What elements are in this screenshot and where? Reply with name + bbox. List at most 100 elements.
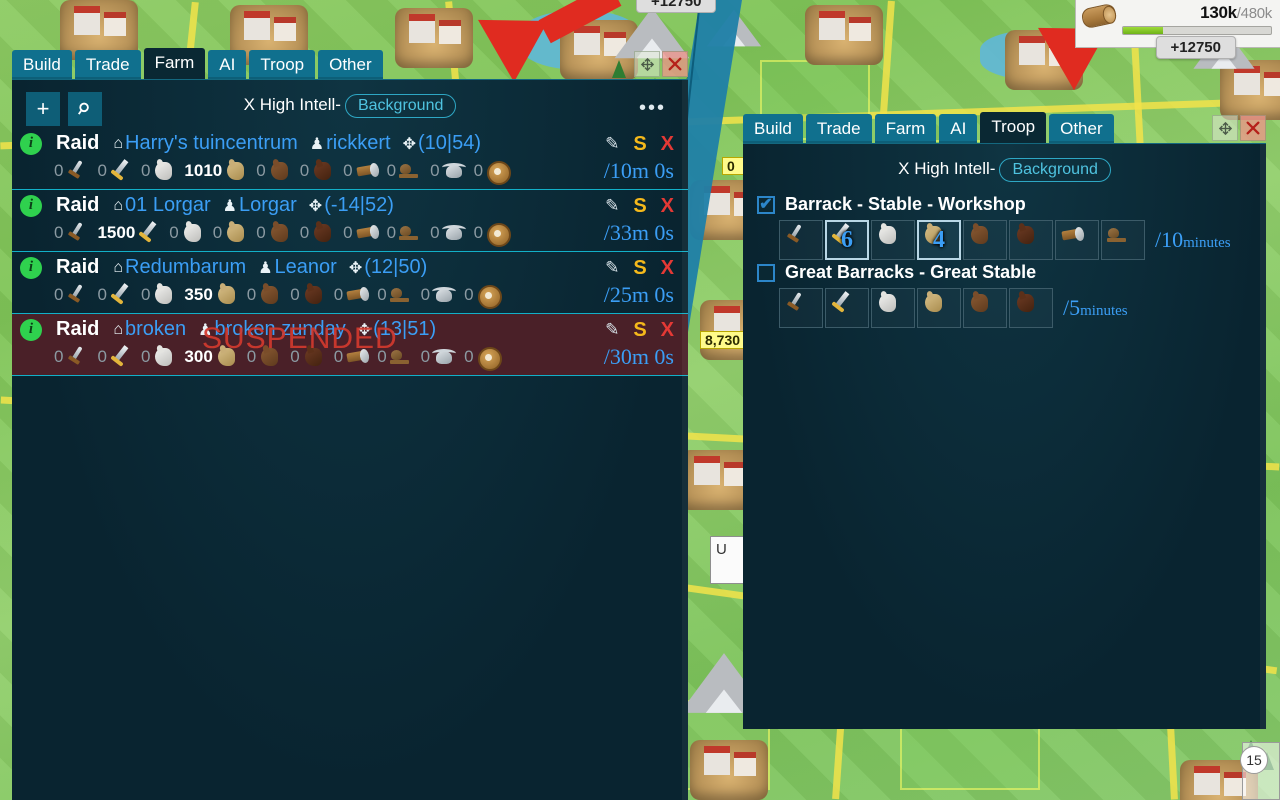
troop-cell[interactable]: 0: [169, 221, 210, 245]
raid-coords[interactable]: (-14|52): [324, 194, 394, 217]
troop-slot[interactable]: [871, 288, 915, 328]
troop-cell[interactable]: 0: [213, 221, 254, 245]
troop-cell[interactable]: 0: [421, 345, 462, 369]
raid-village[interactable]: broken: [125, 318, 186, 341]
left-tab-build[interactable]: Build: [12, 50, 72, 79]
edit-raid-icon[interactable]: ✎: [605, 135, 619, 152]
troop-cell[interactable]: 1500: [97, 221, 167, 245]
edit-raid-icon[interactable]: ✎: [605, 197, 619, 214]
raid-row[interactable]: i Raid ⌂ broken ♟ broken zunday ✥ (13|51) ✎ S X 0 0 0…: [12, 314, 688, 376]
troop-window[interactable]: Build Trade Farm AI Troop Other X High Intell…: [743, 111, 1266, 729]
troop-slot[interactable]: [779, 220, 823, 260]
raid-coords[interactable]: (10|54): [418, 132, 481, 155]
delete-raid-button[interactable]: X: [661, 196, 674, 216]
delete-raid-button[interactable]: X: [661, 134, 674, 154]
troop-slot[interactable]: [1055, 220, 1099, 260]
troop-cell[interactable]: 0: [377, 345, 418, 369]
close-icon[interactable]: [662, 51, 688, 77]
close-icon[interactable]: [1240, 115, 1266, 141]
right-tab-farm[interactable]: Farm: [874, 114, 937, 143]
raid-player[interactable]: Leanor: [275, 256, 337, 279]
troop-cell[interactable]: 0: [54, 345, 95, 369]
troop-cell[interactable]: 0: [141, 283, 182, 307]
raid-row[interactable]: i Raid ⌂ Redumbarum ♟ Leanor ✥ (12|50) ✎ S X 0 0 0 350…: [12, 252, 688, 314]
troop-cell[interactable]: 0: [290, 345, 331, 369]
raid-village[interactable]: Harry's tuincentrum: [125, 132, 298, 155]
troop-cell[interactable]: 0: [54, 283, 95, 307]
edit-raid-icon[interactable]: ✎: [605, 259, 619, 276]
troop-cell[interactable]: 0: [54, 159, 95, 183]
info-icon[interactable]: i: [20, 132, 42, 155]
info-icon[interactable]: i: [20, 318, 42, 341]
troop-cell[interactable]: 0: [474, 159, 515, 185]
troop-slot[interactable]: [963, 288, 1007, 328]
troop-cell[interactable]: 0: [334, 283, 375, 307]
troop-cell[interactable]: 300: [184, 345, 244, 369]
troop-cell[interactable]: 0: [141, 345, 182, 369]
troop-cell[interactable]: 0: [343, 221, 384, 245]
right-window-tabbar[interactable]: Build Trade Farm AI Troop Other: [743, 111, 1266, 143]
troop-cell[interactable]: 0: [247, 283, 288, 307]
right-tab-troop[interactable]: Troop: [980, 112, 1047, 143]
left-tab-farm[interactable]: Farm: [143, 48, 206, 79]
troop-cell[interactable]: 0: [343, 159, 384, 183]
left-tab-ai[interactable]: AI: [208, 50, 247, 79]
start-raid-button[interactable]: S: [633, 320, 646, 340]
raid-village[interactable]: 01 Lorgar: [125, 194, 211, 217]
right-tab-build[interactable]: Build: [743, 114, 803, 143]
troop-cell[interactable]: 0: [54, 221, 95, 245]
troop-cell[interactable]: 350: [184, 283, 244, 307]
troop-cell[interactable]: 0: [97, 283, 138, 307]
edit-raid-icon[interactable]: ✎: [605, 321, 619, 338]
delete-raid-button[interactable]: X: [661, 258, 674, 278]
troop-cell[interactable]: 0: [377, 283, 418, 307]
troop-cell[interactable]: 0: [290, 283, 331, 307]
troop-cell[interactable]: 0: [256, 221, 297, 245]
left-more-menu[interactable]: •••: [639, 97, 666, 120]
troop-cell[interactable]: 0: [256, 159, 297, 183]
raid-player[interactable]: Lorgar: [239, 194, 297, 217]
troop-slot[interactable]: [963, 220, 1007, 260]
troop-slot[interactable]: [1009, 288, 1053, 328]
troop-cell[interactable]: 0: [464, 345, 505, 371]
raid-coords[interactable]: (12|50): [364, 256, 427, 279]
troop-slot[interactable]: 6: [825, 220, 869, 260]
raid-row[interactable]: i Raid ⌂ 01 Lorgar ♟ Lorgar ✥ (-14|52) ✎ S X 0 1500 0…: [12, 190, 688, 252]
troop-slot[interactable]: [1009, 220, 1053, 260]
add-farm-button[interactable]: +: [26, 92, 60, 126]
troop-slot[interactable]: 4: [917, 220, 961, 260]
troop-cell[interactable]: 0: [97, 159, 138, 183]
raid-coords[interactable]: (13|51): [373, 318, 436, 341]
troop-cell[interactable]: 0: [300, 221, 341, 245]
troop-group-checkbox[interactable]: [757, 195, 775, 214]
raid-village[interactable]: Redumbarum: [125, 256, 246, 279]
left-window-tabbar[interactable]: Build Trade Farm AI Troop Other: [12, 47, 688, 79]
troop-cell[interactable]: 0: [300, 159, 341, 183]
raid-player[interactable]: rickkert: [326, 132, 390, 155]
raid-row[interactable]: i Raid ⌂ Harry's tuincentrum ♟ rickkert ✥ (10|5…: [12, 128, 688, 190]
info-icon[interactable]: i: [20, 194, 42, 217]
troop-cell[interactable]: 0: [421, 283, 462, 307]
left-tab-troop[interactable]: Troop: [249, 50, 316, 79]
right-tab-ai[interactable]: AI: [939, 114, 978, 143]
farm-window[interactable]: Build Trade Farm AI Troop Other + X High Inte…: [12, 47, 688, 800]
left-tab-other[interactable]: Other: [318, 50, 383, 79]
troop-slot[interactable]: [871, 220, 915, 260]
troop-cell[interactable]: 0: [474, 221, 515, 247]
right-scrollbar[interactable]: [1260, 144, 1266, 729]
troop-slot[interactable]: [779, 288, 823, 328]
background-pill-right[interactable]: Background: [999, 158, 1111, 182]
troop-slot[interactable]: [917, 288, 961, 328]
troop-cell[interactable]: 0: [247, 345, 288, 369]
raid-player[interactable]: broken zunday: [215, 318, 346, 341]
move-icon[interactable]: [634, 51, 660, 77]
start-raid-button[interactable]: S: [633, 134, 646, 154]
left-tab-trade[interactable]: Trade: [74, 50, 141, 79]
troop-cell[interactable]: 0: [334, 345, 375, 369]
troop-cell[interactable]: 1010: [184, 159, 254, 183]
start-raid-button[interactable]: S: [633, 196, 646, 216]
troop-slot[interactable]: [1101, 220, 1145, 260]
start-raid-button[interactable]: S: [633, 258, 646, 278]
troop-cell[interactable]: 0: [430, 221, 471, 245]
search-icon[interactable]: [68, 92, 102, 126]
